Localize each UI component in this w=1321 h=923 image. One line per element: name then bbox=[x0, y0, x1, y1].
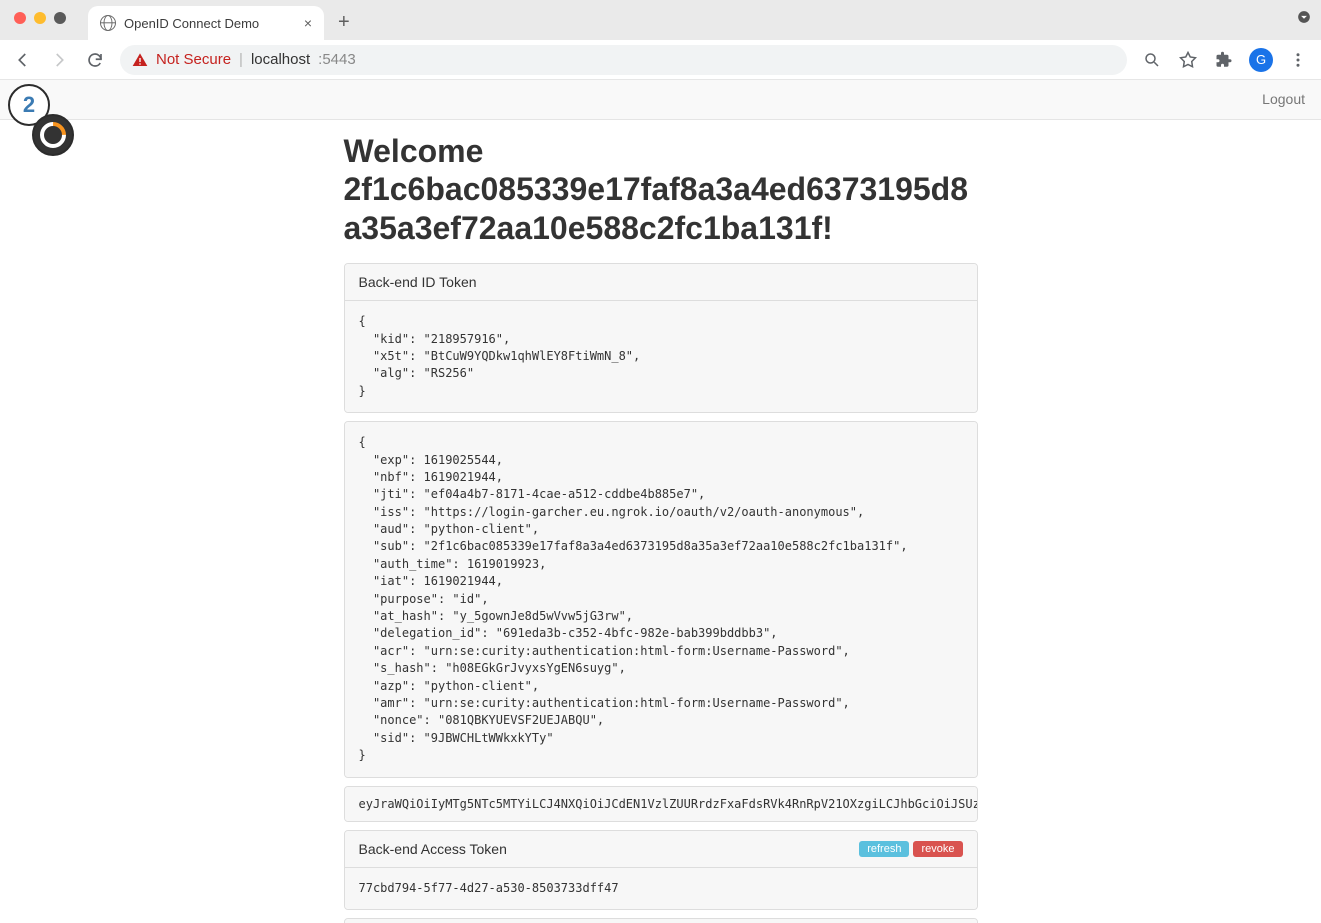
panel-id-token-header: Back-end ID Token { "kid": "218957916", … bbox=[344, 263, 978, 413]
revoke-button[interactable]: revoke bbox=[913, 841, 962, 857]
kebab-menu-icon[interactable] bbox=[1287, 49, 1309, 71]
panel-id-token-body: { "exp": 1619025544, "nbf": 1619021944, … bbox=[344, 421, 978, 777]
browser-tab[interactable]: OpenID Connect Demo × bbox=[88, 6, 324, 40]
id-token-header-json: { "kid": "218957916", "x5t": "BtCuW9YQDk… bbox=[345, 301, 977, 412]
openid-logo-icon bbox=[32, 114, 74, 156]
zoom-icon[interactable] bbox=[1141, 49, 1163, 71]
app-logos: 2 bbox=[8, 84, 74, 156]
url-port: :5443 bbox=[318, 51, 356, 68]
bookmark-icon[interactable] bbox=[1177, 49, 1199, 71]
forward-button bbox=[48, 49, 70, 71]
refresh-button[interactable]: refresh bbox=[859, 841, 909, 857]
panel-heading: Back-end Access Token refresh revoke bbox=[345, 831, 977, 868]
back-button[interactable] bbox=[12, 49, 34, 71]
reload-button[interactable] bbox=[84, 49, 106, 71]
url-host: localhost bbox=[251, 51, 310, 68]
id-token-body-json: { "exp": 1619025544, "nbf": 1619021944, … bbox=[345, 422, 977, 776]
globe-icon bbox=[100, 15, 116, 31]
chrome-menu-caret-icon[interactable] bbox=[1297, 10, 1311, 29]
access-token-value: 77cbd794-5f77-4d27-a530-8503733dff47 bbox=[345, 868, 977, 909]
page-title: Welcome 2f1c6bac085339e17faf8a3a4ed63731… bbox=[344, 132, 978, 247]
raw-jwt-box[interactable]: eyJraWQiOiIyMTg5NTc5MTYiLCJ4NXQiOiJCdEN1… bbox=[344, 786, 978, 822]
panel-access-token: Back-end Access Token refresh revoke 77c… bbox=[344, 830, 978, 910]
panel-heading: Back-end Refresh Token revoke bbox=[345, 919, 977, 923]
warning-icon bbox=[132, 52, 148, 68]
panel-heading: Back-end ID Token bbox=[345, 264, 977, 301]
logout-link[interactable]: Logout bbox=[1262, 91, 1305, 107]
panel-refresh-token: Back-end Refresh Token revoke 57fc30c3-f… bbox=[344, 918, 978, 923]
close-tab-icon[interactable]: × bbox=[304, 15, 312, 31]
address-bar[interactable]: Not Secure | localhost:5443 bbox=[120, 45, 1127, 75]
extensions-icon[interactable] bbox=[1213, 49, 1235, 71]
not-secure-label: Not Secure bbox=[156, 51, 231, 68]
avatar[interactable]: G bbox=[1249, 48, 1273, 72]
app-header: 2 Logout bbox=[0, 80, 1321, 120]
new-tab-button[interactable]: + bbox=[324, 5, 364, 40]
tab-title: OpenID Connect Demo bbox=[124, 16, 259, 31]
